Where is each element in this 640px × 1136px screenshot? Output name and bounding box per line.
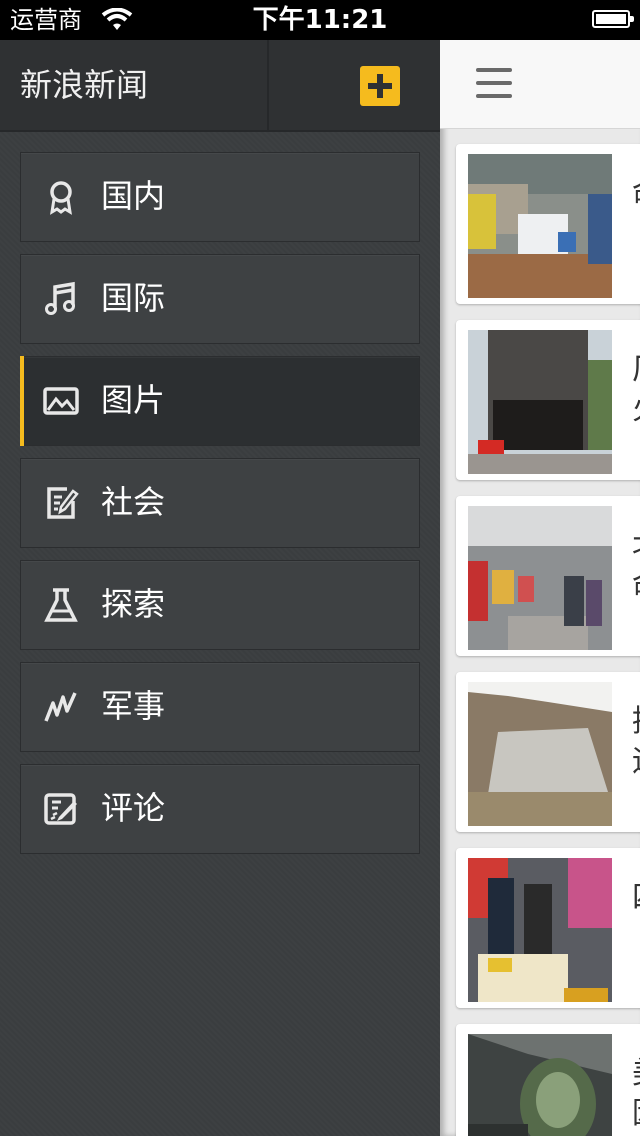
battery-icon xyxy=(592,10,634,28)
news-thumbnail xyxy=(468,154,612,298)
menu-item-label: 探索 xyxy=(101,585,166,623)
news-card[interactable]: 北命 xyxy=(456,496,640,656)
menu-item-military[interactable]: 军事 xyxy=(20,662,420,752)
menu-item-label: 社会 xyxy=(101,483,166,521)
award-icon xyxy=(50,181,72,215)
add-channel-button[interactable] xyxy=(360,66,400,106)
edit-icon xyxy=(47,487,79,519)
top-bar xyxy=(440,40,640,129)
news-card[interactable]: 美因 xyxy=(456,1024,640,1136)
news-thumbnail xyxy=(468,1034,612,1136)
clock: 下午11:21 xyxy=(252,5,388,35)
zigzag-icon xyxy=(44,692,77,722)
menu-item-label: 图片 xyxy=(101,381,166,419)
menu-item-label: 国际 xyxy=(101,279,166,317)
news-title: 美因 xyxy=(632,1054,640,1134)
news-thumbnail xyxy=(468,506,612,650)
channel-menu: 国内 国际 图片 社会 探索 军事 评论 xyxy=(20,152,420,866)
menu-item-explore[interactable]: 探索 xyxy=(20,560,420,650)
picture-icon xyxy=(43,387,79,415)
news-thumbnail xyxy=(468,330,612,474)
news-list-panel: 命 厂火 北命 捂运 xyxy=(440,40,640,1136)
news-title: 捂运 xyxy=(632,702,640,782)
comment-edit-icon xyxy=(44,793,77,825)
news-title: 四 xyxy=(632,878,640,918)
menu-item-label: 军事 xyxy=(101,687,166,725)
menu-item-domestic[interactable]: 国内 xyxy=(20,152,420,242)
sidebar: 新浪新闻 国内 国际 图片 社会 探索 军事 评论 xyxy=(0,40,440,1136)
news-card[interactable]: 四 xyxy=(456,848,640,1008)
news-thumbnail xyxy=(468,682,612,826)
app-title: 新浪新闻 xyxy=(20,66,149,104)
hamburger-icon[interactable] xyxy=(476,68,512,98)
status-bar: 运营商 下午11:21 xyxy=(0,0,640,40)
news-title: 厂火 xyxy=(632,350,640,430)
menu-item-society[interactable]: 社会 xyxy=(20,458,420,548)
news-title: 命 xyxy=(632,174,640,214)
menu-item-label: 国内 xyxy=(101,177,166,215)
news-card[interactable]: 捂运 xyxy=(456,672,640,832)
news-title: 北命 xyxy=(632,526,640,606)
news-card[interactable]: 命 xyxy=(456,144,640,304)
music-note-icon xyxy=(45,281,75,315)
news-thumbnail xyxy=(468,858,612,1002)
sidebar-header: 新浪新闻 xyxy=(0,40,440,132)
news-card[interactable]: 厂火 xyxy=(456,320,640,480)
flask-icon xyxy=(44,588,78,622)
menu-item-label: 评论 xyxy=(101,789,166,827)
menu-item-commentary[interactable]: 评论 xyxy=(20,764,420,854)
header-divider xyxy=(267,40,269,130)
menu-item-pictures[interactable]: 图片 xyxy=(20,356,420,446)
menu-item-international[interactable]: 国际 xyxy=(20,254,420,344)
